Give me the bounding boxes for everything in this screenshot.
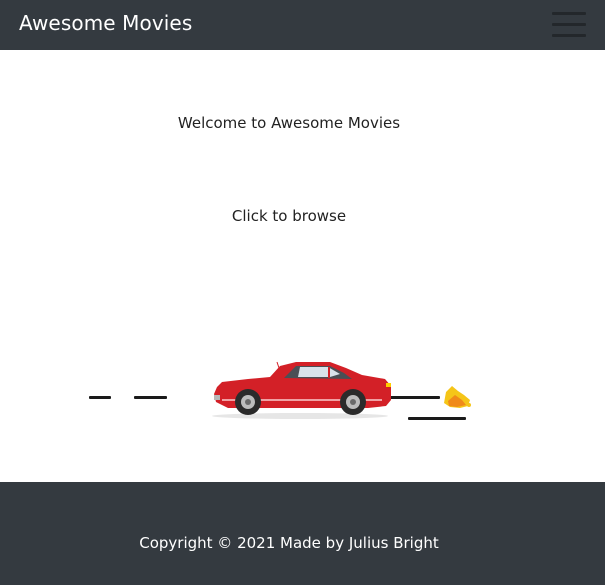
navbar: Awesome Movies (0, 0, 605, 50)
red-car-icon (212, 361, 391, 419)
footer: Copyright © 2021 Made by Julius Bright (0, 482, 605, 585)
main-content: Welcome to Awesome Movies Click to brows… (0, 50, 605, 482)
car-animation (89, 361, 471, 420)
hamburger-menu-icon[interactable] (552, 10, 586, 40)
copyright-text: Copyright © 2021 Made by Julius Bright (139, 534, 439, 552)
navbar-brand[interactable]: Awesome Movies (19, 11, 192, 35)
exhaust-puff-icon (444, 386, 471, 408)
